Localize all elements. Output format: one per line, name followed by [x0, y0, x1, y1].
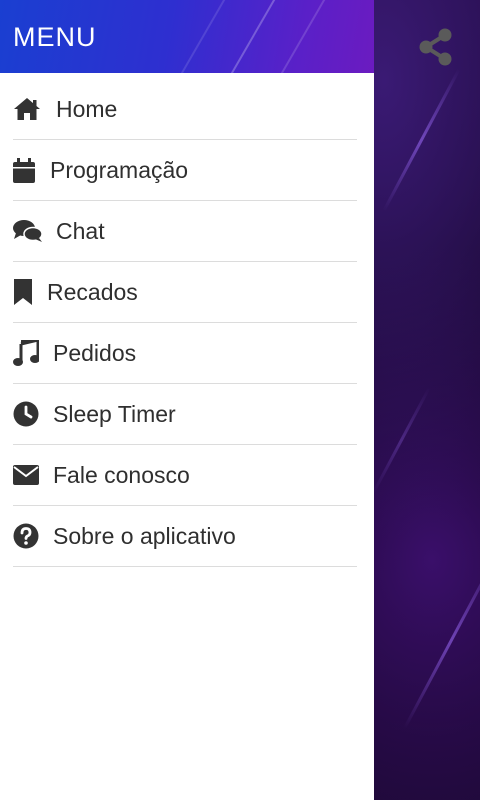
bookmark-icon — [13, 277, 47, 307]
menu-item-fale-conosco[interactable]: Fale conosco — [13, 445, 357, 506]
drawer-title: MENU — [13, 22, 97, 52]
menu-item-label: Programação — [50, 156, 189, 183]
clock-icon — [13, 399, 53, 429]
music-note-icon — [13, 338, 53, 368]
question-circle-icon — [13, 521, 53, 551]
menu-item-pedidos[interactable]: Pedidos — [13, 323, 357, 384]
menu-item-label: Pedidos — [53, 339, 137, 366]
menu-item-sleep-timer[interactable]: Sleep Timer — [13, 384, 357, 445]
home-icon — [13, 94, 56, 124]
menu-item-label: Home — [56, 95, 118, 122]
share-button[interactable] — [418, 28, 454, 66]
menu-item-label: Fale conosco — [53, 461, 190, 488]
menu-item-chat[interactable]: Chat — [13, 201, 357, 262]
menu-item-label: Recados — [47, 278, 138, 305]
share-icon — [419, 28, 452, 66]
envelope-icon — [13, 460, 53, 490]
drawer-header: MENU — [0, 0, 374, 73]
menu-item-programacao[interactable]: Programação — [13, 140, 357, 201]
menu-item-label: Sobre o aplicativo — [53, 522, 236, 549]
calendar-icon — [13, 155, 50, 185]
navigation-drawer: MENU Home Programação Chat Recados Pedid… — [0, 0, 374, 800]
menu-item-home[interactable]: Home — [13, 79, 357, 140]
menu-item-recados[interactable]: Recados — [13, 262, 357, 323]
chat-icon — [13, 216, 56, 246]
menu-item-sobre-o-aplicativo[interactable]: Sobre o aplicativo — [13, 506, 357, 567]
menu-list: Home Programação Chat Recados Pedidos Sl… — [13, 79, 357, 567]
menu-item-label: Sleep Timer — [53, 400, 176, 427]
menu-item-label: Chat — [56, 217, 105, 244]
